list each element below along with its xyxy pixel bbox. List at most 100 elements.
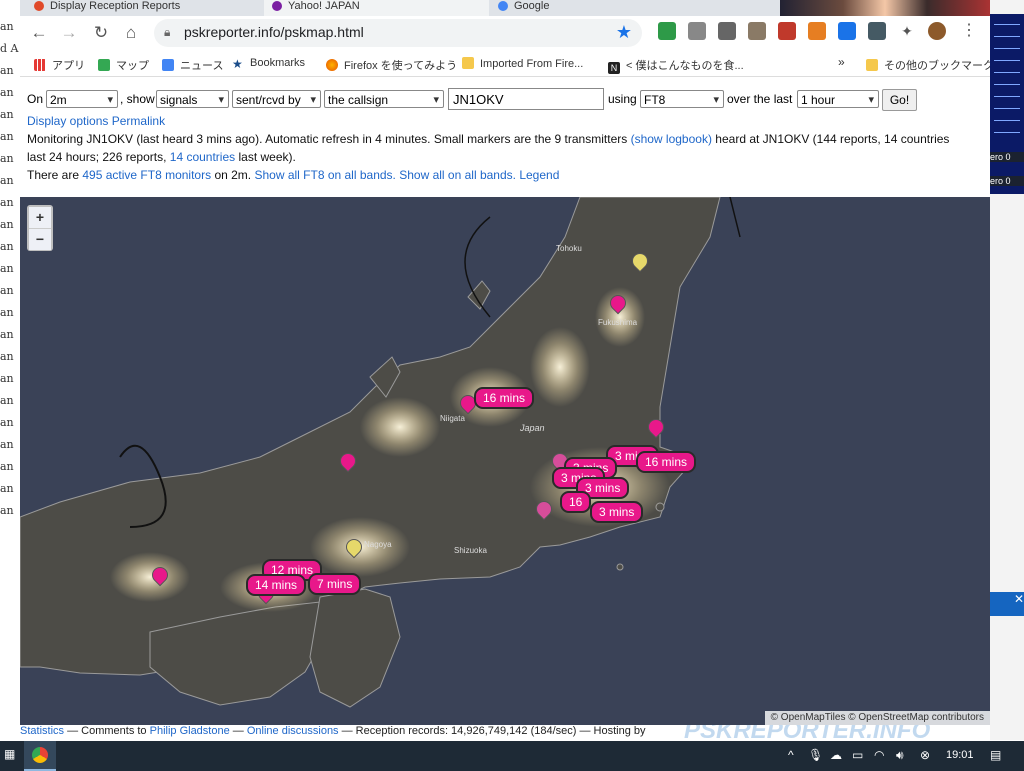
wifi-icon[interactable]: ◠ — [874, 748, 884, 762]
time-label[interactable]: 14 mins — [246, 574, 307, 596]
bookmark-imported[interactable]: Imported From Fire... — [462, 57, 583, 70]
theme-artwork — [780, 0, 990, 16]
bookmark-apps[interactable]: アプリ — [34, 57, 85, 73]
land-kii — [309, 588, 401, 708]
author-link[interactable]: Philip Gladstone — [150, 725, 230, 737]
no-entry-icon[interactable]: ⊗ — [920, 748, 930, 762]
boundary-line — [729, 197, 741, 238]
map-attribution[interactable]: © OpenMapTiles © OpenStreetMap contribut… — [764, 711, 990, 725]
extension-icon[interactable] — [778, 22, 796, 40]
target-select[interactable]: the callsign — [324, 90, 444, 109]
home-icon[interactable]: ⌂ — [120, 22, 142, 44]
lock-icon: 🔒︎ — [164, 25, 171, 39]
reports-text: last week). — [238, 150, 296, 164]
menu-kebab-icon[interactable]: ⋮ — [960, 22, 978, 40]
display-options-link[interactable]: Display options — [27, 114, 108, 128]
footer-text: — — [232, 725, 244, 737]
terminal-line — [994, 60, 1020, 61]
background-text: d A — [0, 42, 19, 55]
tab-google[interactable]: Google — [498, 0, 549, 16]
profile-avatar[interactable] — [928, 22, 946, 40]
mode-select[interactable]: FT8 — [640, 90, 724, 109]
extension-icon[interactable] — [748, 22, 766, 40]
go-button[interactable]: Go! — [882, 89, 917, 111]
show-all-bands-link[interactable]: Show all on all bands. — [399, 168, 516, 182]
terminal-line — [994, 24, 1020, 25]
land-izu — [616, 563, 624, 571]
bookmark-star-icon[interactable]: ★ — [616, 22, 632, 43]
countries-link[interactable]: 14 countries — [170, 150, 235, 164]
yahoo-favicon-icon — [272, 1, 282, 12]
online-discussions-link[interactable]: Online discussions — [247, 725, 339, 737]
terminal-panel — [990, 14, 1024, 194]
onedrive-icon[interactable]: ☁ — [830, 748, 842, 762]
bookmark-news[interactable]: ニュース — [162, 57, 223, 73]
time-label[interactable]: 3 mins — [590, 501, 644, 523]
news-icon — [162, 59, 174, 71]
on-label: On — [27, 92, 44, 106]
callsign-input[interactable]: JN1OKV — [448, 88, 604, 110]
status-text: ero 0 — [990, 176, 1024, 186]
battery-icon[interactable]: ▭ — [852, 748, 863, 762]
bookmark-bookmarks[interactable]: ★ Bookmarks — [232, 57, 305, 70]
volume-icon[interactable]: 🔊︎ — [896, 748, 904, 763]
tab-strip: Display Reception Reports Yahoo! JAPAN G… — [20, 0, 990, 16]
tab-yahoo[interactable]: Yahoo! JAPAN — [264, 0, 489, 16]
show-select[interactable]: signals — [156, 90, 229, 109]
star-icon: ★ — [232, 57, 243, 71]
windows-taskbar: ▦ ^ 🎙︎ ☁ ▭ ◠ 🔊︎ ⊗ 19:01 ▤ — [0, 741, 1024, 771]
evernote-extension-icon[interactable] — [658, 22, 676, 40]
direction-select[interactable]: sent/rcvd by — [232, 90, 321, 109]
active-monitors-link[interactable]: 495 active FT8 monitors — [82, 168, 211, 182]
address-bar[interactable]: 🔒︎ pskreporter.info/pskmap.html ★ — [154, 19, 642, 47]
reload-icon[interactable]: ↻ — [90, 22, 112, 44]
download-icon[interactable] — [868, 22, 886, 40]
reception-map[interactable]: Tohoku Fukushima Niigata Japan Nagoya Sh… — [20, 197, 990, 725]
bookmark-other[interactable]: その他のブックマーク — [866, 57, 990, 73]
forward-arrow-icon[interactable]: → — [58, 22, 80, 44]
reports-text: heard at JN1OKV (144 reports, 14 countri… — [715, 132, 950, 146]
tab-label: Yahoo! JAPAN — [288, 0, 360, 12]
statistics-link[interactable]: Statistics — [20, 725, 64, 737]
extension-icon[interactable] — [688, 22, 706, 40]
background-text: an — [0, 438, 14, 451]
terminal-line — [994, 96, 1020, 97]
permalink-link[interactable]: Permalink — [112, 114, 165, 128]
background-text: an — [0, 174, 14, 187]
taskbar-clock[interactable]: 19:01 — [946, 749, 974, 761]
show-all-ft8-link[interactable]: Show all FT8 on all bands. — [254, 168, 395, 182]
band-select[interactable]: 2m — [46, 90, 118, 109]
zoom-out-button[interactable]: − — [29, 229, 51, 250]
microphone-icon[interactable]: 🎙︎ — [808, 748, 823, 762]
background-text: an — [0, 328, 14, 341]
terminal-line — [994, 120, 1020, 121]
apps-grid-icon — [34, 59, 46, 71]
time-label[interactable]: 16 — [560, 491, 592, 513]
extension-icon[interactable] — [838, 22, 856, 40]
time-label[interactable]: 16 mins — [474, 387, 535, 409]
legend-link[interactable]: Legend — [519, 168, 559, 182]
bookmark-notion[interactable]: N < 僕はこんなものを食... — [608, 57, 744, 74]
period-select[interactable]: 1 hour — [797, 90, 879, 109]
download-extension-icon[interactable] — [718, 22, 736, 40]
notifications-icon[interactable]: ▤ — [990, 748, 1001, 762]
time-label[interactable]: 7 mins — [308, 573, 362, 595]
bookmarks-overflow-chevron[interactable]: » — [838, 55, 845, 69]
back-arrow-icon[interactable]: ← — [28, 22, 50, 44]
monitors-text: on 2m. — [214, 168, 252, 182]
reports-line: last 24 hours; 226 reports, 14 countries… — [27, 148, 296, 166]
bookmark-firefox[interactable]: Firefox を使ってみよう — [326, 57, 457, 73]
zoom-control: + − — [27, 205, 53, 251]
extension-icon[interactable] — [808, 22, 826, 40]
time-label[interactable]: 16 mins — [636, 451, 697, 473]
show-logbook-link[interactable]: (show logbook) — [631, 132, 712, 146]
start-icon[interactable]: ▦ — [4, 747, 20, 763]
zoom-in-button[interactable]: + — [29, 207, 51, 229]
tab-display-reception-reports[interactable]: Display Reception Reports — [34, 0, 180, 16]
pskreporter-page: On 2m , show signals sent/rcvd by the ca… — [20, 77, 990, 740]
taskbar-chrome-button[interactable] — [24, 741, 56, 771]
puzzle-extensions-icon[interactable]: ✦ — [898, 22, 916, 40]
close-icon[interactable]: ✕ — [990, 592, 1024, 616]
bookmark-maps[interactable]: マップ — [98, 57, 149, 73]
tray-chevron-icon[interactable]: ^ — [788, 748, 794, 762]
